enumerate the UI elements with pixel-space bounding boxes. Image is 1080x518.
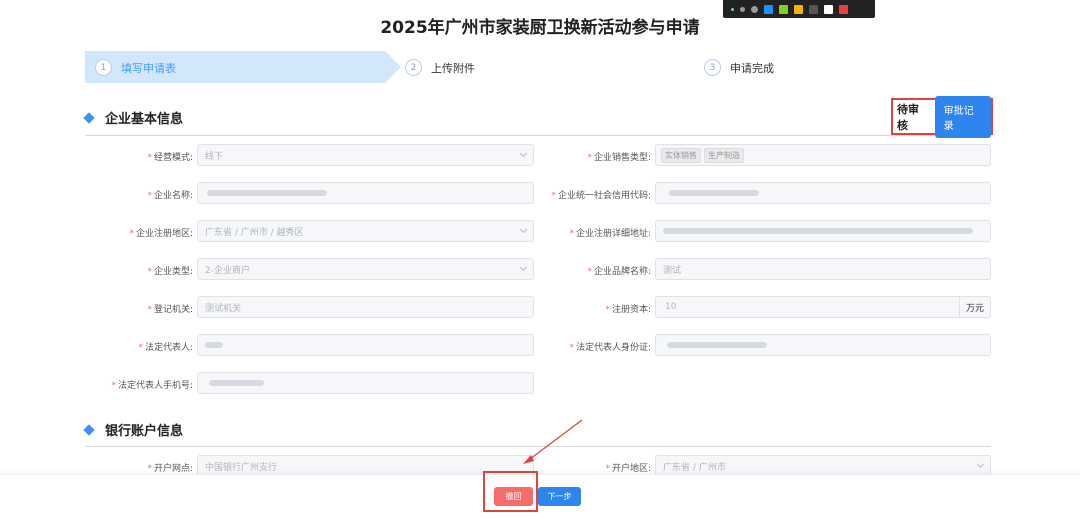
annotation-arrow <box>523 419 583 464</box>
arrow-head <box>523 455 534 464</box>
arrow-line <box>525 419 583 463</box>
